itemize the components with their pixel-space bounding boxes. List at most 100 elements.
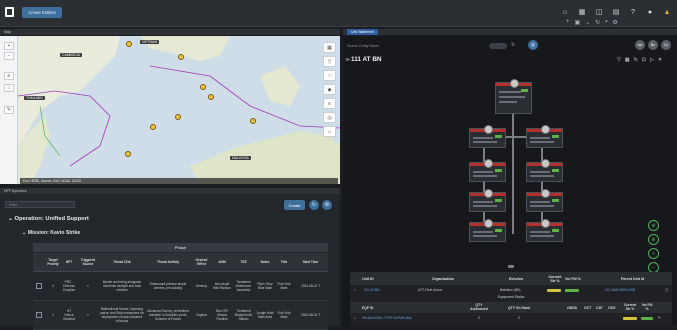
- home-view-icon[interactable]: ⌂: [323, 126, 336, 137]
- filter-input[interactable]: Filter: [5, 201, 75, 208]
- operation-title[interactable]: ⌄ Operation: Unified Support: [8, 216, 89, 222]
- eqp-id-link[interactable]: FM-ADV-0001-TOPP-ALPAR-Mny: [362, 316, 412, 320]
- layers-icon[interactable]: ≡: [4, 72, 14, 80]
- column-header[interactable]: TSS: [232, 253, 255, 272]
- filter-icon[interactable]: ▽: [617, 57, 621, 63]
- center-icon[interactable]: ⊗: [648, 234, 659, 245]
- tab-map[interactable]: Map: [4, 30, 11, 34]
- column-header[interactable]: ADM: [212, 253, 232, 272]
- column-header[interactable]: Desired Effect: [191, 253, 212, 272]
- help-icon[interactable]: ?: [629, 8, 637, 16]
- column-header[interactable]: OCT: [584, 306, 591, 310]
- map-marker[interactable]: [250, 118, 256, 124]
- map-marker[interactable]: [126, 41, 132, 47]
- create-button[interactable]: Create: [284, 200, 305, 210]
- column-header[interactable]: HPT: [61, 253, 77, 272]
- mission-title[interactable]: ⌄ Mission: Kavio Strike: [22, 230, 80, 236]
- map-marker[interactable]: [178, 54, 184, 60]
- create-entities-button[interactable]: Create Entities: [22, 7, 62, 18]
- user-icon[interactable]: ●: [646, 8, 654, 16]
- basemap-icon[interactable]: ▦: [323, 42, 336, 53]
- phase-header[interactable]: Phase: [33, 243, 328, 252]
- refresh-icon[interactable]: ↻: [595, 19, 600, 26]
- expand-icon[interactable]: ▢: [665, 288, 668, 292]
- locate-icon[interactable]: ◎: [323, 112, 336, 123]
- column-header[interactable]: Threat Activity: [145, 253, 191, 272]
- column-header[interactable]: Parent Unit Id: [605, 277, 660, 281]
- row-checkbox[interactable]: [36, 282, 42, 289]
- bookmark-icon[interactable]: ◆: [323, 84, 336, 95]
- map-marker[interactable]: [125, 151, 131, 157]
- refresh-icon[interactable]: ↻: [309, 200, 319, 210]
- warning-icon[interactable]: ▲: [663, 8, 671, 16]
- close-icon[interactable]: ✕: [658, 57, 662, 63]
- zoom-in-icon[interactable]: +: [648, 248, 659, 259]
- measure-icon[interactable]: ↕: [4, 84, 14, 92]
- splitter-handle[interactable]: [508, 265, 514, 268]
- map-marker[interactable]: [208, 94, 214, 100]
- column-header[interactable]: QTY On Hand: [508, 306, 530, 310]
- column-header[interactable]: OSG: [608, 306, 616, 310]
- map-canvas[interactable]: [0, 36, 340, 184]
- app-logo-icon[interactable]: [5, 7, 14, 17]
- column-header[interactable]: OMSD: [567, 306, 577, 310]
- zoom-in-button[interactable]: +: [4, 42, 14, 50]
- column-header[interactable]: Triggered Source: [77, 253, 99, 272]
- fit-icon[interactable]: ⊕: [648, 220, 659, 231]
- plus-icon[interactable]: +: [566, 19, 570, 26]
- view-toggle[interactable]: [489, 43, 507, 49]
- layout-icon[interactable]: ▣: [575, 19, 581, 26]
- column-header[interactable]: Vol Fill %: [640, 303, 654, 311]
- save-icon[interactable]: ▪: [605, 19, 607, 26]
- link-icon[interactable]: ⚭: [87, 284, 90, 288]
- tab-hpt[interactable]: HPT Synchron: [4, 189, 27, 193]
- chart-icon[interactable]: ▤: [612, 8, 620, 16]
- org-node[interactable]: [526, 189, 563, 212]
- org-node[interactable]: [469, 189, 506, 212]
- column-header[interactable]: Target Priority: [45, 253, 61, 272]
- edit-icon[interactable]: ✎: [658, 316, 661, 320]
- column-header[interactable]: Threat COA: [99, 253, 145, 272]
- lock-icon[interactable]: ⊡: [642, 57, 646, 63]
- avatar[interactable]: Bn: [648, 40, 658, 50]
- column-header[interactable]: Unit ID: [356, 277, 380, 281]
- map-icon[interactable]: ◫: [595, 8, 603, 16]
- org-node[interactable]: [526, 159, 563, 182]
- map-marker[interactable]: [150, 124, 156, 130]
- chevron-down-icon[interactable]: ⌄: [585, 19, 590, 26]
- table-row[interactable]: 1 HT Hence Stanford ⚭ Bidirectional Node…: [33, 300, 328, 330]
- unit-id-link[interactable]: 111-AT-BN: [364, 288, 380, 292]
- row-checkbox[interactable]: [36, 311, 42, 318]
- tab-unit-statement[interactable]: Unit Statement: [347, 29, 379, 35]
- filter-icon[interactable]: ▽: [323, 56, 336, 67]
- column-header[interactable]: Notes: [255, 253, 275, 272]
- refresh-icon[interactable]: ↻: [511, 42, 515, 48]
- column-header[interactable]: Vol Fill %: [564, 277, 582, 281]
- org-node[interactable]: [469, 125, 506, 148]
- map-view[interactable]: CAMBODIA THAILAND VIETNAM MALAYSIA: [0, 36, 340, 184]
- org-node[interactable]: [526, 125, 563, 148]
- map-marker[interactable]: [200, 84, 206, 90]
- draw-icon[interactable]: ✎: [4, 106, 14, 114]
- org-node-root[interactable]: [495, 79, 532, 114]
- column-header[interactable]: Current Str %: [622, 303, 638, 311]
- avatar[interactable]: AA: [635, 40, 645, 50]
- column-header[interactable]: EQP ID: [362, 306, 373, 310]
- map-marker[interactable]: [175, 114, 181, 120]
- grid-icon[interactable]: ▦: [578, 8, 586, 16]
- settings-icon[interactable]: ⚙: [612, 19, 617, 26]
- legend-icon[interactable]: ≡: [323, 98, 336, 109]
- table-row[interactable]: ● FM-ADV-0001-TOPP-ALPAR-Mny 2 2 ✎: [350, 314, 672, 322]
- table-row[interactable]: ● 111-AT-BN ATT-Fleet Armor Battalion (B…: [350, 286, 672, 294]
- expand-icon[interactable]: ≫: [345, 57, 350, 63]
- column-header[interactable]: Echelon: [500, 277, 532, 281]
- link-icon[interactable]: ⚭: [87, 313, 90, 317]
- entity-search-input[interactable]: Search Entity Name: [344, 42, 484, 50]
- column-header[interactable]: Start Time: [293, 253, 328, 272]
- home-icon[interactable]: ⌂: [561, 8, 569, 16]
- parent-unit-link[interactable]: CO-1843-0009-1000: [605, 288, 635, 292]
- column-header[interactable]: Organization: [418, 277, 468, 281]
- org-node[interactable]: [469, 219, 506, 242]
- column-header[interactable]: CAT: [596, 306, 603, 310]
- zoom-out-button[interactable]: −: [4, 52, 14, 60]
